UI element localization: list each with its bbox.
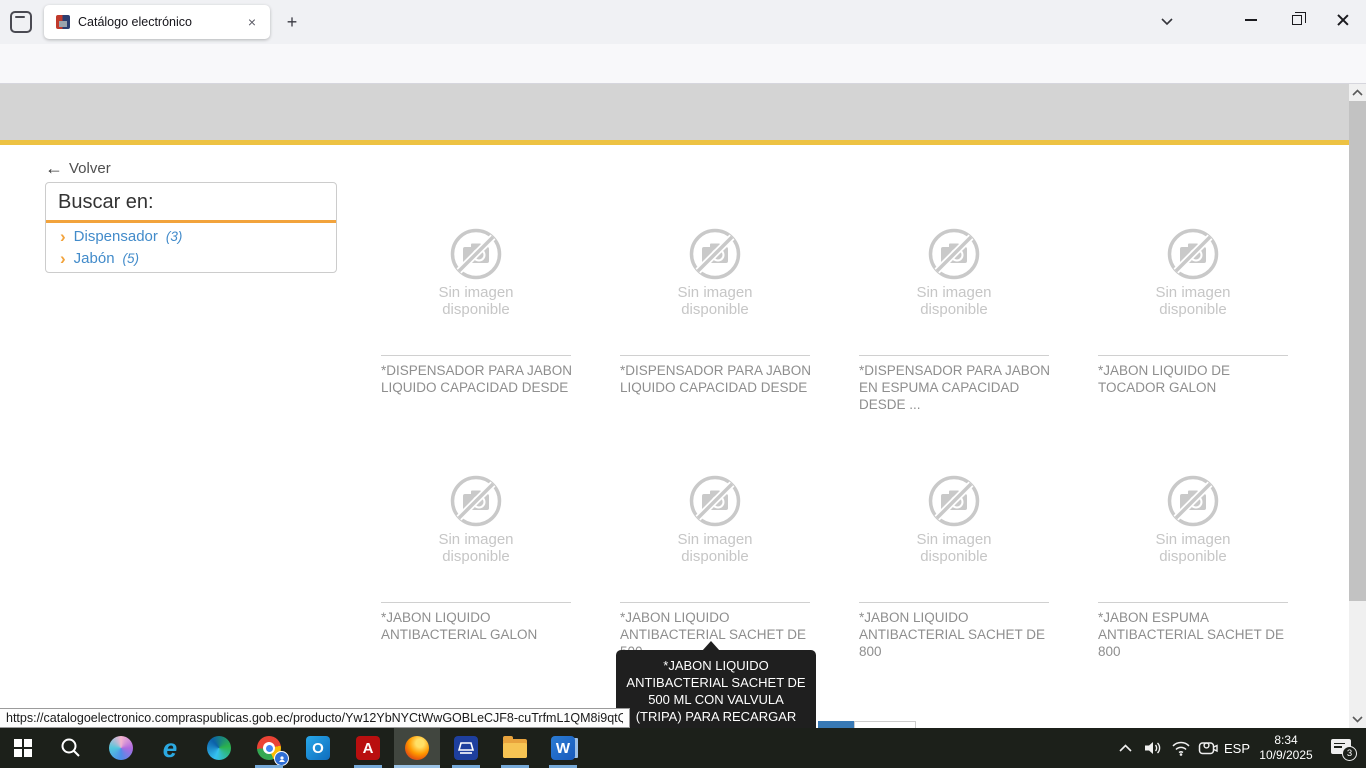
internet-explorer-icon[interactable]: e	[147, 728, 193, 768]
card-divider	[1098, 355, 1288, 356]
left-arrow-icon: ←	[45, 158, 63, 179]
product-title[interactable]: *JABON LIQUIDO ANTIBACTERIAL GALON	[381, 609, 577, 643]
product-card[interactable]: Sin imagen disponible *JABON ESPUMA ANTI…	[1098, 475, 1288, 645]
no-image-placeholder: Sin imagen disponible	[381, 475, 571, 565]
product-card[interactable]: Sin imagen disponible *JABON LIQUIDO ANT…	[620, 475, 810, 645]
scanner-app-icon[interactable]	[443, 728, 489, 768]
window-minimize-button[interactable]	[1228, 0, 1274, 40]
panel-title: Buscar en:	[58, 191, 324, 214]
filter-jabon[interactable]: › Jabón (5)	[60, 250, 324, 267]
no-image-placeholder: Sin imagen disponible	[620, 228, 810, 318]
card-divider	[1098, 602, 1288, 603]
notification-center-button[interactable]: 3	[1320, 728, 1364, 768]
chevron-right-icon: ›	[60, 252, 66, 266]
page-scrollbar[interactable]	[1349, 84, 1366, 728]
acrobat-icon[interactable]: A	[345, 728, 391, 768]
product-title[interactable]: *JABON LIQUIDO DE TOCADOR GALON	[1098, 362, 1294, 396]
product-title[interactable]: *JABON LIQUIDO ANTIBACTERIAL SACHET DE 8…	[859, 609, 1055, 660]
product-title[interactable]: *DISPENSADOR PARA JABON LIQUIDO CAPACIDA…	[620, 362, 816, 396]
chrome-icon[interactable]	[246, 728, 292, 768]
page-content: ← Volver Buscar en: › Dispensador (3) › …	[0, 145, 1349, 728]
windows-logo-icon	[14, 739, 32, 757]
search-icon	[60, 737, 82, 759]
no-camera-icon	[1167, 475, 1219, 527]
notification-icon: 3	[1331, 739, 1353, 757]
start-button[interactable]	[0, 728, 46, 768]
tray-time: 8:34	[1259, 733, 1312, 748]
tab-list-chevron-icon[interactable]	[1158, 14, 1176, 28]
tray-date: 10/9/2025	[1259, 748, 1312, 763]
outlook-icon[interactable]: O	[295, 728, 341, 768]
product-card[interactable]: Sin imagen disponible *JABON LIQUIDO DE …	[1098, 228, 1288, 398]
taskbar-search-button[interactable]	[48, 728, 94, 768]
tab-title: Catálogo electrónico	[78, 15, 242, 29]
card-divider	[381, 602, 571, 603]
product-title[interactable]: *DISPENSADOR PARA JABON LIQUIDO CAPACIDA…	[381, 362, 577, 396]
window-restore-button[interactable]	[1274, 0, 1320, 40]
card-divider	[859, 355, 1049, 356]
panel-accent-rule	[46, 220, 336, 223]
scroll-down-icon[interactable]	[1349, 711, 1366, 728]
product-card[interactable]: Sin imagen disponible *DISPENSADOR PARA …	[859, 228, 1049, 398]
browser-titlebar: Catálogo electrónico × +	[0, 0, 1366, 44]
card-divider	[620, 355, 810, 356]
chevron-right-icon: ›	[60, 230, 66, 244]
chrome-profile-badge	[274, 751, 289, 766]
no-image-placeholder: Sin imagen disponible	[1098, 475, 1288, 565]
browser-tab[interactable]: Catálogo electrónico ×	[44, 5, 270, 39]
firefox-view-icon[interactable]	[10, 11, 32, 33]
no-image-placeholder: Sin imagen disponible	[620, 475, 810, 565]
search-in-panel: Buscar en: › Dispensador (3) › Jabón (5)	[45, 182, 337, 273]
filter-dispensador[interactable]: › Dispensador (3)	[60, 228, 324, 245]
wifi-icon[interactable]	[1166, 728, 1196, 768]
scrollbar-thumb[interactable]	[1349, 101, 1366, 601]
no-image-placeholder: Sin imagen disponible	[859, 475, 1049, 565]
no-camera-icon	[689, 228, 741, 280]
volume-icon[interactable]	[1138, 728, 1168, 768]
product-card[interactable]: Sin imagen disponible *DISPENSADOR PARA …	[620, 228, 810, 398]
word-icon[interactable]: W	[540, 728, 586, 768]
clock[interactable]: 8:34 10/9/2025	[1252, 728, 1320, 768]
new-tab-button[interactable]: +	[280, 11, 304, 35]
tab-close-icon[interactable]: ×	[242, 12, 262, 32]
product-card[interactable]: Sin imagen disponible *JABON LIQUIDO ANT…	[859, 475, 1049, 645]
firefox-icon[interactable]	[394, 728, 440, 768]
screen: Catálogo electrónico × + ← → https://cat…	[0, 0, 1366, 768]
card-divider	[381, 355, 571, 356]
no-image-placeholder: Sin imagen disponible	[1098, 228, 1288, 318]
no-camera-icon	[928, 475, 980, 527]
no-camera-icon	[450, 475, 502, 527]
site-header: SERC P CATÁLOGO ELECTRÓNICO ☜ Volver al …	[0, 84, 1349, 140]
no-camera-icon	[928, 228, 980, 280]
window-close-button[interactable]	[1320, 0, 1366, 40]
notification-count-badge: 3	[1342, 746, 1357, 761]
product-card[interactable]: Sin imagen disponible *JABON LIQUIDO ANT…	[381, 475, 571, 645]
browser-toolbar: ← → https://catalogoelectronico.comprasp…	[0, 44, 1366, 84]
scroll-up-icon[interactable]	[1349, 84, 1366, 101]
back-volver-link[interactable]: ← Volver	[45, 158, 111, 179]
no-image-placeholder: Sin imagen disponible	[381, 228, 571, 318]
no-camera-icon	[689, 475, 741, 527]
product-title[interactable]: *JABON ESPUMA ANTIBACTERIAL SACHET DE 80…	[1098, 609, 1294, 660]
file-explorer-icon[interactable]	[492, 728, 538, 768]
product-card[interactable]: Sin imagen disponible *DISPENSADOR PARA …	[381, 228, 571, 398]
product-title[interactable]: *DISPENSADOR PARA JABON EN ESPUMA CAPACI…	[859, 362, 1055, 413]
no-camera-icon	[450, 228, 502, 280]
copilot-icon[interactable]	[98, 728, 144, 768]
no-camera-icon	[1167, 228, 1219, 280]
link-status-bar: https://catalogoelectronico.compraspubli…	[0, 708, 630, 728]
edge-icon[interactable]	[196, 728, 242, 768]
windows-taskbar: e O A W	[0, 728, 1366, 768]
no-image-placeholder: Sin imagen disponible	[859, 228, 1049, 318]
tray-chevron-icon[interactable]	[1108, 728, 1142, 768]
tab-favicon-icon	[56, 15, 70, 29]
card-divider	[620, 602, 810, 603]
card-divider	[859, 602, 1049, 603]
